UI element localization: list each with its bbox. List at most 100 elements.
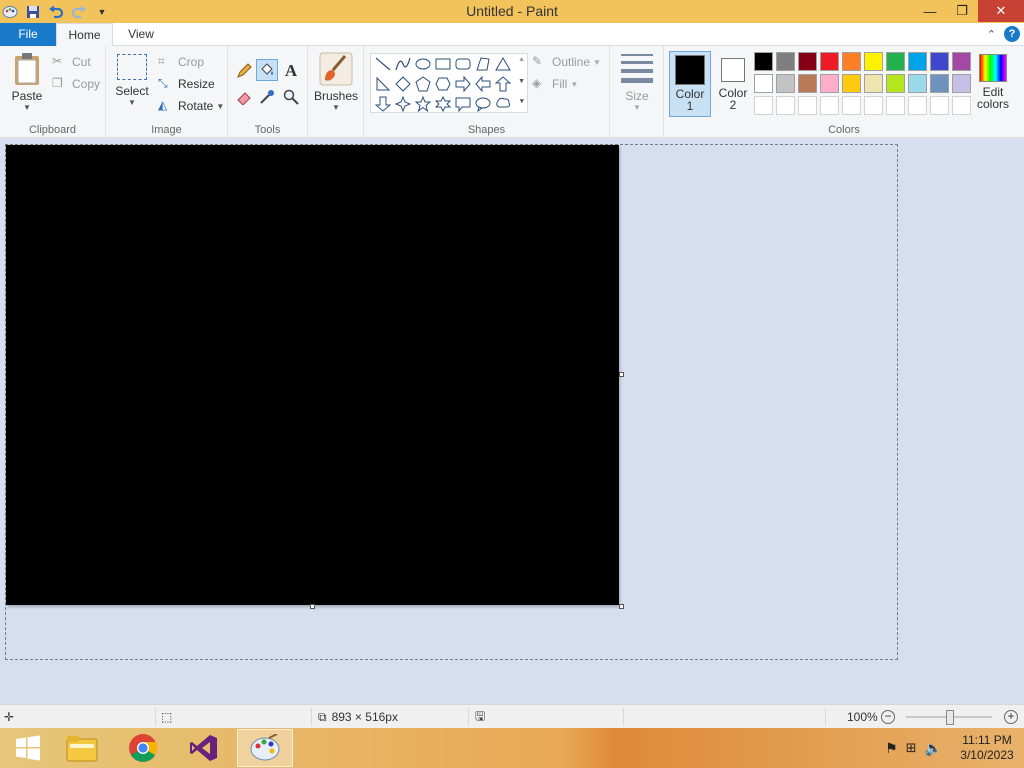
up-arrow-shape-icon[interactable] <box>493 74 513 94</box>
rect-callout-shape-icon[interactable] <box>453 94 473 114</box>
palette-swatch[interactable] <box>820 52 839 71</box>
palette-swatch[interactable] <box>776 52 795 71</box>
palette-swatch[interactable] <box>842 52 861 71</box>
start-button[interactable] <box>0 729 56 767</box>
shapes-scroll-down-icon[interactable]: ▼ <box>518 78 525 85</box>
taskbar-paint[interactable] <box>237 729 293 767</box>
restore-button[interactable]: ❐ <box>946 0 978 22</box>
custom-color-slot[interactable] <box>776 96 795 115</box>
palette-swatch[interactable] <box>908 74 927 93</box>
brushes-button[interactable]: Brushes ▼ <box>312 52 360 112</box>
palette-swatch[interactable] <box>798 52 817 71</box>
palette-swatch[interactable] <box>864 74 883 93</box>
oval-shape-icon[interactable] <box>413 54 433 74</box>
custom-color-slot[interactable] <box>864 96 883 115</box>
minimize-ribbon-chevron-icon[interactable]: ⌃ <box>987 28 996 41</box>
custom-color-slot[interactable] <box>930 96 949 115</box>
network-icon[interactable]: ⊞ <box>906 740 917 756</box>
polygon-shape-icon[interactable] <box>473 54 493 74</box>
resize-button[interactable]: ⤡ Resize <box>158 74 215 94</box>
crop-button[interactable]: ⌗ Crop <box>158 52 204 72</box>
rotate-button[interactable]: ◭ Rotate ▼ <box>158 96 224 116</box>
fill-button[interactable]: ◈ Fill ▼ <box>532 74 578 94</box>
palette-swatch[interactable] <box>886 74 905 93</box>
resize-handle-bottom[interactable] <box>310 604 315 609</box>
palette-swatch[interactable] <box>820 74 839 93</box>
diamond-shape-icon[interactable] <box>393 74 413 94</box>
down-arrow-shape-icon[interactable] <box>373 94 393 114</box>
line-shape-icon[interactable] <box>373 54 393 74</box>
cloud-callout-shape-icon[interactable] <box>493 94 513 114</box>
taskbar-chrome[interactable] <box>115 729 171 767</box>
custom-color-slot[interactable] <box>798 96 817 115</box>
rounded-rectangle-shape-icon[interactable] <box>453 54 473 74</box>
pentagon-shape-icon[interactable] <box>413 74 433 94</box>
curve-shape-icon[interactable] <box>393 54 413 74</box>
help-icon[interactable]: ? <box>1004 26 1020 42</box>
custom-color-slot[interactable] <box>820 96 839 115</box>
canvas-workspace[interactable] <box>0 139 1024 704</box>
color2-button[interactable]: Color 2 <box>712 51 754 117</box>
resize-handle-right[interactable] <box>619 372 624 377</box>
custom-color-slot[interactable] <box>842 96 861 115</box>
color-picker-icon[interactable] <box>256 86 278 108</box>
palette-swatch[interactable] <box>908 52 927 71</box>
size-button[interactable]: Size ▼ <box>618 54 656 112</box>
palette-swatch[interactable] <box>864 52 883 71</box>
shapes-more-icon[interactable]: ⯆ <box>519 97 525 107</box>
palette-swatch[interactable] <box>886 52 905 71</box>
text-icon[interactable]: A <box>280 60 302 82</box>
palette-swatch[interactable] <box>798 74 817 93</box>
taskbar-file-explorer[interactable] <box>54 729 110 767</box>
palette-swatch[interactable] <box>952 74 971 93</box>
custom-color-slot[interactable] <box>754 96 773 115</box>
shapes-scroll-up-icon[interactable]: ▲ <box>518 56 525 63</box>
palette-swatch[interactable] <box>776 74 795 93</box>
hexagon-shape-icon[interactable] <box>433 74 453 94</box>
tab-file[interactable]: File <box>0 23 56 46</box>
custom-color-slot[interactable] <box>886 96 905 115</box>
four-point-star-shape-icon[interactable] <box>393 94 413 114</box>
six-point-star-shape-icon[interactable] <box>433 94 453 114</box>
custom-color-slot[interactable] <box>952 96 971 115</box>
triangle-shape-icon[interactable] <box>493 54 513 74</box>
clock[interactable]: 11:11 PM 3/10/2023 <box>950 733 1024 763</box>
resize-handle-corner[interactable] <box>619 604 624 609</box>
palette-swatch[interactable] <box>952 52 971 71</box>
eraser-icon[interactable] <box>233 86 255 108</box>
fill-bucket-icon[interactable] <box>256 59 278 81</box>
palette-swatch[interactable] <box>930 52 949 71</box>
oval-callout-shape-icon[interactable] <box>473 94 493 114</box>
zoom-slider-thumb[interactable] <box>946 710 954 725</box>
palette-swatch[interactable] <box>930 74 949 93</box>
left-arrow-shape-icon[interactable] <box>473 74 493 94</box>
right-arrow-shape-icon[interactable] <box>453 74 473 94</box>
copy-button[interactable]: ❐ Copy <box>52 74 100 94</box>
zoom-out-button[interactable]: − <box>881 709 895 725</box>
drawing-canvas[interactable] <box>6 145 619 605</box>
taskbar-visual-studio[interactable] <box>176 729 232 767</box>
paste-button[interactable]: Paste ▼ <box>6 52 48 112</box>
rectangle-shape-icon[interactable] <box>433 54 453 74</box>
palette-swatch[interactable] <box>842 74 861 93</box>
palette-swatch[interactable] <box>754 74 773 93</box>
tab-view[interactable]: View <box>113 23 169 46</box>
tab-home[interactable]: Home <box>56 23 113 47</box>
magnifier-icon[interactable] <box>280 86 302 108</box>
volume-icon[interactable]: 🔈 <box>925 740 942 757</box>
pencil-icon[interactable] <box>233 60 255 82</box>
zoom-in-button[interactable]: + <box>1004 709 1018 725</box>
select-button[interactable]: Select ▼ <box>114 54 150 107</box>
color1-button[interactable]: Color 1 <box>669 51 711 117</box>
five-point-star-shape-icon[interactable] <box>413 94 433 114</box>
action-center-flag-icon[interactable]: ⚑ <box>885 740 898 757</box>
close-button[interactable]: ✕ <box>978 0 1024 22</box>
cut-button[interactable]: ✂ Cut <box>52 52 91 72</box>
custom-color-slot[interactable] <box>908 96 927 115</box>
rotate-icon: ◭ <box>158 98 168 112</box>
outline-button[interactable]: ✎ Outline ▼ <box>532 52 601 72</box>
right-triangle-shape-icon[interactable] <box>373 74 393 94</box>
minimize-button[interactable]: — <box>914 0 946 22</box>
edit-colors-button[interactable]: Edit colors <box>976 54 1010 110</box>
palette-swatch[interactable] <box>754 52 773 71</box>
